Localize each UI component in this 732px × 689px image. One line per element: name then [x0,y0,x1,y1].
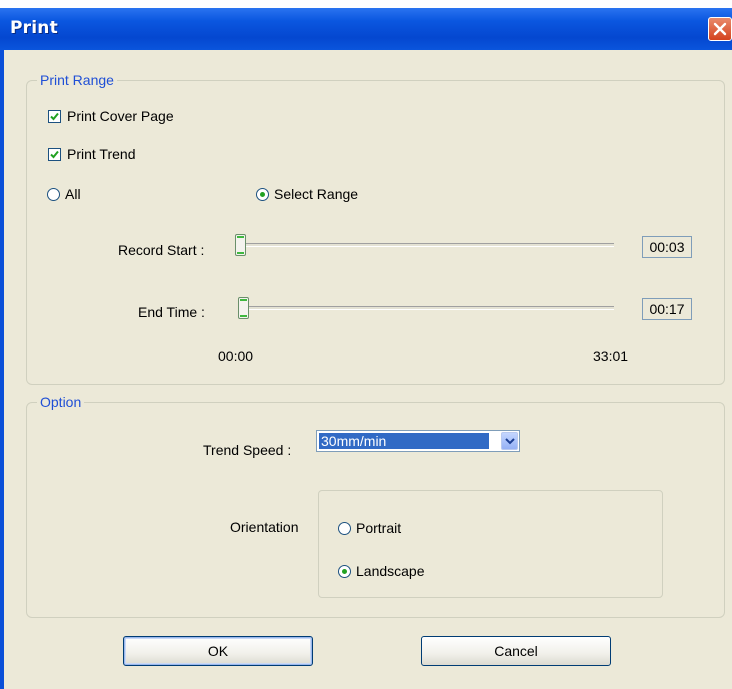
trend-speed-value: 30mm/min [319,433,489,449]
end-time-label: End Time : [138,304,205,320]
print-trend-label: Print Trend [67,146,136,162]
record-start-slider-thumb[interactable] [235,234,246,256]
print-cover-page-label: Print Cover Page [67,108,174,124]
record-start-value: 00:03 [642,236,692,258]
end-time-slider-track[interactable] [238,306,614,310]
portrait-radio[interactable]: Portrait [338,520,401,536]
select-range-radio[interactable]: Select Range [256,186,358,202]
select-range-label: Select Range [274,186,359,202]
trend-speed-select[interactable]: 30mm/min [316,430,520,452]
print-trend-checkbox[interactable]: Print Trend [48,146,135,162]
radio-circle[interactable] [256,187,269,201]
end-time-slider-thumb[interactable] [238,297,249,319]
cancel-button[interactable]: Cancel [421,636,611,666]
print-range-group: Print Range [26,72,725,385]
radio-circle[interactable] [338,521,351,535]
checkmark-icon [50,112,59,120]
orientation-group [318,490,663,598]
print-cover-page-checkbox[interactable]: Print Cover Page [48,108,174,124]
radio-circle[interactable] [47,187,60,201]
radio-circle[interactable] [338,564,351,578]
chevron-down-icon [505,438,515,445]
range-all-label: All [65,186,81,202]
landscape-label: Landscape [356,563,425,579]
record-start-label: Record Start : [118,242,205,258]
radio-selected-dot [260,191,265,197]
close-button[interactable] [708,17,732,41]
radio-selected-dot [342,568,347,574]
checkmark-icon [50,150,59,158]
landscape-radio[interactable]: Landscape [338,563,425,579]
range-all-radio[interactable]: All [47,186,81,202]
print-dialog: Print Print Range Print Cover Page Print… [0,8,732,689]
scale-max-label: 33:01 [593,348,629,364]
dialog-body: Print Range Print Cover Page Print Trend… [4,50,732,689]
dropdown-button[interactable] [501,432,518,450]
checkbox-box[interactable] [48,147,61,161]
trend-speed-label: Trend Speed : [203,442,292,458]
title-bar[interactable]: Print [0,8,732,50]
close-icon [713,22,727,36]
print-range-label: Print Range [37,72,117,88]
scale-min-label: 00:00 [218,348,254,364]
window-title: Print [10,18,58,38]
portrait-label: Portrait [356,520,402,536]
option-label: Option [37,394,85,410]
checkbox-box[interactable] [48,109,61,123]
record-start-slider-track[interactable] [238,243,614,247]
orientation-label: Orientation [230,519,299,535]
ok-button[interactable]: OK [123,636,313,666]
end-time-value: 00:17 [642,298,692,320]
